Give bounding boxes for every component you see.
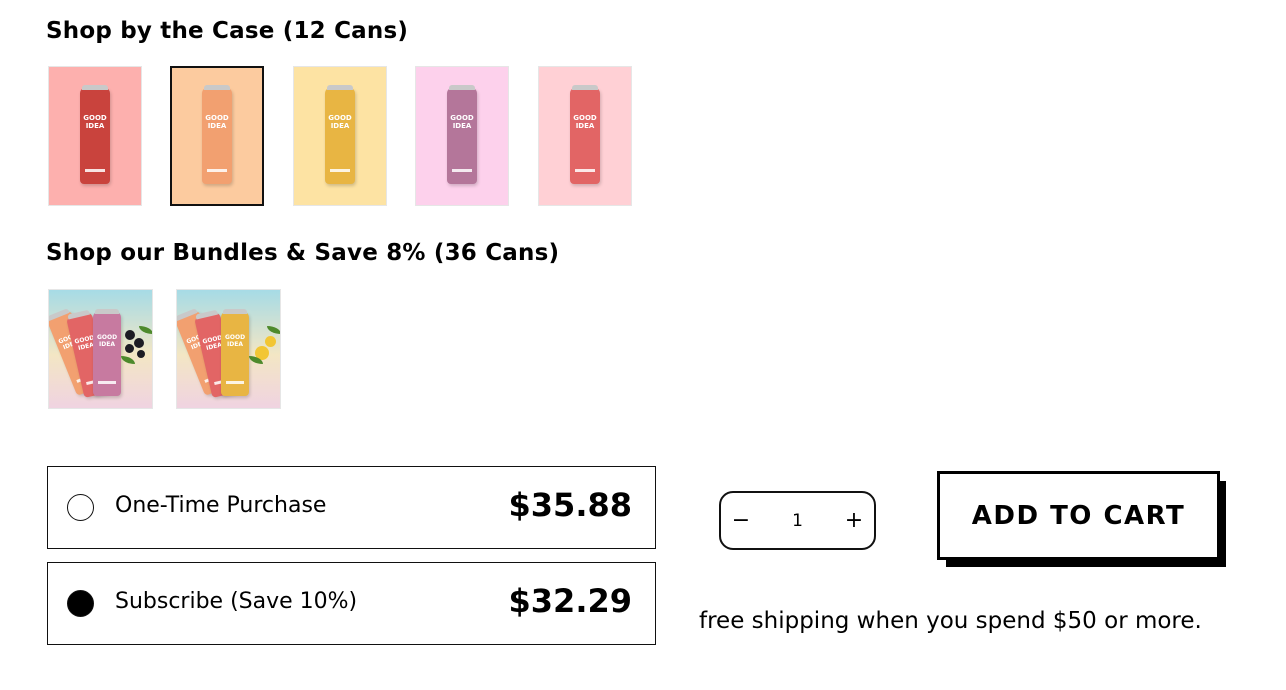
blackcurrant-fruit [125, 330, 135, 340]
can-brand-mark: GOOD IDEA [450, 114, 474, 130]
minus-icon[interactable]: − [721, 493, 761, 548]
can-image: GOOD IDEA [447, 85, 477, 184]
product-options-panel: Shop by the Case (12 Cans) GOOD IDEA GOOD I… [0, 0, 1286, 690]
one-time-label: One-Time Purchase [115, 493, 327, 518]
case-section-title: Shop by the Case (12 Cans) [46, 18, 409, 44]
subscribe-option[interactable]: Subscribe (Save 10%) $32.29 [47, 562, 656, 645]
case-product-thumb-flavor-5[interactable]: GOOD IDEA [538, 66, 632, 206]
blackcurrant-fruit [137, 350, 145, 358]
can-brand-mark: GOOD IDEA [224, 334, 246, 348]
leaf-icon [267, 326, 280, 334]
bundle-thumb-bundle-blackcurrant[interactable]: GOOD IDEA GOOD IDEA GOOD IDEA [48, 289, 153, 409]
plus-icon[interactable]: + [834, 493, 874, 548]
can-image: GOOD IDEA [221, 309, 249, 396]
blackcurrant-fruit [125, 344, 134, 353]
can-image: GOOD IDEA [80, 85, 110, 184]
case-product-thumb-flavor-4[interactable]: GOOD IDEA [415, 66, 509, 206]
one-time-radio[interactable] [67, 494, 94, 521]
subscribe-price: $32.29 [508, 582, 632, 620]
bundles-section-title: Shop our Bundles & Save 8% (36 Cans) [46, 240, 560, 266]
one-time-purchase-option[interactable]: One-Time Purchase $35.88 [47, 466, 656, 549]
blackcurrant-fruit [134, 338, 144, 348]
bundle-thumb-bundle-lemon[interactable]: GOOD IDEA GOOD IDEA GOOD IDEA [176, 289, 281, 409]
can-brand-mark: GOOD IDEA [83, 114, 107, 130]
free-shipping-note: free shipping when you spend $50 or more… [699, 608, 1202, 634]
can-brand-mark: GOOD IDEA [573, 114, 597, 130]
add-to-cart-button[interactable]: ADD TO CART [937, 471, 1220, 560]
can-image: GOOD IDEA [570, 85, 600, 184]
quantity-stepper: − 1 + [719, 491, 876, 550]
lemon-fruit [265, 336, 276, 347]
can-brand-mark: GOOD IDEA [328, 114, 352, 130]
can-image: GOOD IDEA [202, 85, 232, 184]
can-brand-mark: GOOD IDEA [96, 334, 118, 348]
quantity-value[interactable]: 1 [761, 493, 834, 548]
can-brand-mark: GOOD IDEA [205, 114, 229, 130]
subscribe-radio[interactable] [67, 590, 94, 617]
leaf-icon [121, 356, 135, 364]
subscribe-label: Subscribe (Save 10%) [115, 589, 358, 614]
can-image: GOOD IDEA [93, 309, 121, 396]
one-time-price: $35.88 [508, 486, 632, 524]
leaf-icon [139, 326, 152, 334]
case-product-thumb-flavor-2[interactable]: GOOD IDEA [170, 66, 264, 206]
case-product-thumb-flavor-3[interactable]: GOOD IDEA [293, 66, 387, 206]
case-product-thumb-flavor-1[interactable]: GOOD IDEA [48, 66, 142, 206]
can-image: GOOD IDEA [325, 85, 355, 184]
